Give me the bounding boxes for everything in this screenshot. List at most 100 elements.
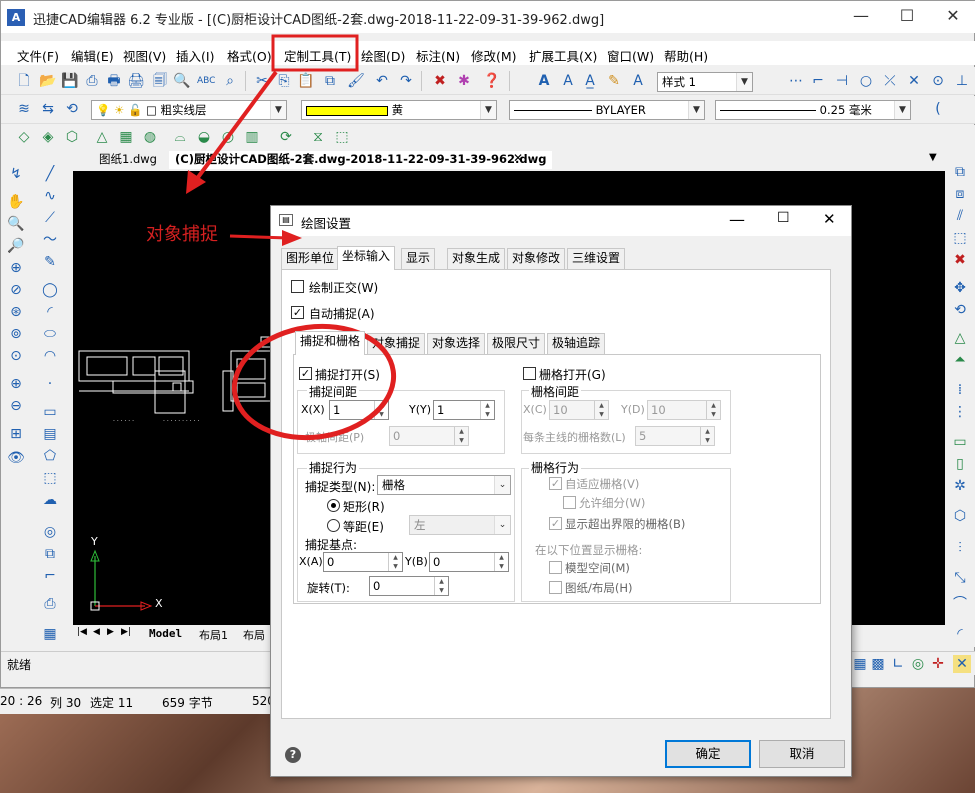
draw-block-icon[interactable]: ⧉ (41, 545, 59, 563)
tab-object-creation[interactable]: 对象生成 (447, 248, 506, 269)
draw-ray-icon[interactable]: ⟋ (41, 209, 59, 227)
sheet-tab-layout2[interactable]: 布局 (243, 627, 265, 643)
lineweight-combo[interactable]: 0.25 毫米 ▼ (715, 100, 911, 120)
rotate-icon[interactable]: ⟲ (951, 301, 969, 319)
table-icon[interactable]: ▦ (41, 625, 59, 643)
break-icon[interactable]: ⁞ (951, 381, 969, 399)
layer-combo[interactable]: 💡 ☀ 🔓 □ 粗实线层 ▼ (91, 100, 287, 120)
autosnap-checkbox[interactable]: ✓ (291, 306, 304, 319)
base-x-spinner[interactable]: 0 ▲ ▼ (323, 552, 403, 572)
print-setup-icon[interactable]: 🖨 (127, 72, 145, 90)
subdivide-checkbox[interactable] (563, 496, 576, 509)
sheet-tab-layout1[interactable]: 布局1 (199, 627, 228, 643)
menu-extended-tools[interactable]: 扩展工具(X) (529, 46, 597, 65)
trim-icon[interactable]: ⤫ (881, 72, 899, 90)
zoom-object-icon[interactable]: ⊚ (7, 325, 25, 343)
erase-icon[interactable]: ✖ (951, 251, 969, 269)
first-sheet-icon[interactable]: |◀ (77, 627, 87, 637)
menu-file[interactable]: 文件(F) (17, 46, 59, 65)
3d-torus-icon[interactable]: ◎ (219, 128, 237, 146)
model-space-checkbox[interactable] (549, 561, 562, 574)
tab-list-dropdown-icon[interactable]: ▼ (929, 152, 937, 163)
snap-y-spinner[interactable]: 1 ▲ ▼ (433, 400, 495, 420)
lineweight-mode-icon[interactable]: ✕ (953, 655, 971, 673)
layer-manager-icon[interactable]: ≋ (15, 100, 33, 118)
menu-modify[interactable]: 修改(M) (471, 46, 517, 65)
osnap-mode-icon[interactable]: ✛ (929, 655, 947, 673)
polar-mode-icon[interactable]: ◎ (909, 655, 927, 673)
spin-up-icon[interactable]: ▲ (388, 553, 402, 562)
draw-curve-icon[interactable]: 〜 (41, 231, 59, 249)
subtab-snap-grid[interactable]: 捕捉和栅格 (295, 331, 366, 355)
spin-down-icon[interactable]: ▼ (388, 562, 402, 571)
layer-state-icon[interactable]: ⇆ (39, 100, 57, 118)
cancel-button[interactable]: 取消 (759, 740, 845, 768)
dialog-minimize-icon[interactable]: — (729, 210, 745, 229)
beyond-limits-checkbox[interactable]: ✓ (549, 517, 562, 530)
subtab-object-snap[interactable]: 对象捕捉 (367, 333, 426, 354)
binoculars-icon[interactable]: ⌕ (221, 72, 239, 90)
open-folder-icon[interactable]: 📂 (39, 72, 57, 90)
polar-distance-spinner[interactable]: 0 ▲ ▼ (389, 426, 469, 446)
snap-type-combo[interactable]: 栅格 ⌄ (377, 475, 511, 495)
grid-y-spinner[interactable]: 10 ▲ ▼ (647, 400, 721, 420)
draw-donut-icon[interactable]: ◎ (41, 523, 59, 541)
menu-help[interactable]: 帮助(H) (664, 46, 708, 65)
ortho-checkbox[interactable] (291, 280, 304, 293)
draw-ellipse-icon[interactable]: ⬭ (41, 325, 59, 343)
iso-snap-radio[interactable] (327, 519, 340, 532)
text-style-combo[interactable]: 样式 1 ▼ (657, 72, 753, 92)
draw-fillet-icon[interactable]: ⌐ (41, 567, 59, 585)
zoom-in-icon[interactable]: ⊕ (7, 375, 25, 393)
paste-icon[interactable]: 📋 (297, 72, 315, 90)
tab-drawing-units[interactable]: 图形单位 (281, 248, 340, 269)
dialog-maximize-icon[interactable]: ☐ (777, 210, 790, 226)
stretch-icon[interactable]: ⏶ (951, 351, 969, 369)
ortho-mode-icon[interactable]: ∟ (889, 655, 907, 673)
zoom-dynamic-icon[interactable]: ⊕ (7, 259, 25, 277)
major-line-spinner[interactable]: 5 ▲ ▼ (635, 426, 715, 446)
3d-pyramid-icon[interactable]: ◈ (39, 128, 57, 146)
grid-mode-icon[interactable]: ▩ (869, 655, 887, 673)
center-mark-icon[interactable]: ⊙ (929, 72, 947, 90)
endpoint-icon[interactable]: ⊥ (953, 72, 971, 90)
zoom-scale-icon[interactable]: ⊘ (7, 281, 25, 299)
match-properties-icon[interactable]: 🖌 (347, 72, 365, 90)
rect-snap-radio[interactable] (327, 499, 340, 512)
3d-cone-icon[interactable]: △ (93, 128, 111, 146)
help-circle-icon[interactable]: ? (285, 747, 301, 763)
menu-custom-tools[interactable]: 定制工具(T) (284, 46, 351, 65)
minimize-icon[interactable]: — (838, 1, 884, 33)
draw-pencil-icon[interactable]: ✎ (41, 253, 59, 271)
3d-wedge-icon[interactable]: ◇ (15, 128, 33, 146)
spin-up-icon[interactable]: ▲ (480, 401, 494, 410)
text-style-icon[interactable]: A (535, 72, 553, 90)
3d-dome-icon[interactable]: ◒ (195, 128, 213, 146)
spin-down-icon[interactable]: ▼ (480, 410, 494, 419)
tab-3d-settings[interactable]: 三维设置 (567, 248, 626, 269)
snap-x-spinner[interactable]: 1 ▲ ▼ (329, 400, 389, 420)
menu-format[interactable]: 格式(O) (227, 46, 272, 65)
draw-cloud-icon[interactable]: ☁ (41, 491, 59, 509)
ok-button[interactable]: 确定 (665, 740, 751, 768)
zoom-out-icon[interactable]: ⊖ (7, 397, 25, 415)
subtab-polar-tracking[interactable]: 极轴追踪 (547, 333, 606, 354)
3d-sphere-icon[interactable]: ◍ (141, 128, 159, 146)
spin-up-icon[interactable]: ▲ (434, 577, 448, 586)
copy-object-icon[interactable]: ⧉ (951, 163, 969, 181)
3d-edge-icon[interactable]: ⧖ (309, 128, 327, 146)
spin-down-icon[interactable]: ▼ (494, 562, 508, 571)
menu-draw[interactable]: 绘图(D) (361, 46, 405, 65)
zoom-realtime-icon[interactable]: 🔍 (7, 215, 25, 233)
edit-spline-icon[interactable]: ◜ (951, 625, 969, 643)
doc-tab-1[interactable]: 图纸1.dwg (93, 151, 163, 169)
scale-icon[interactable]: △ (951, 329, 969, 347)
snap-on-checkbox[interactable]: ✓ (299, 367, 312, 380)
copy-icon[interactable]: ⎘ (275, 72, 293, 90)
tab-object-modify[interactable]: 对象修改 (507, 248, 566, 269)
mirror-icon[interactable]: ⧈ (951, 185, 969, 203)
draw-rectangle-icon[interactable]: ▭ (41, 403, 59, 421)
purge-icon[interactable]: ✱ (455, 72, 473, 90)
spin-down-icon[interactable]: ▼ (706, 410, 720, 419)
spin-up-icon[interactable]: ▲ (454, 427, 468, 436)
